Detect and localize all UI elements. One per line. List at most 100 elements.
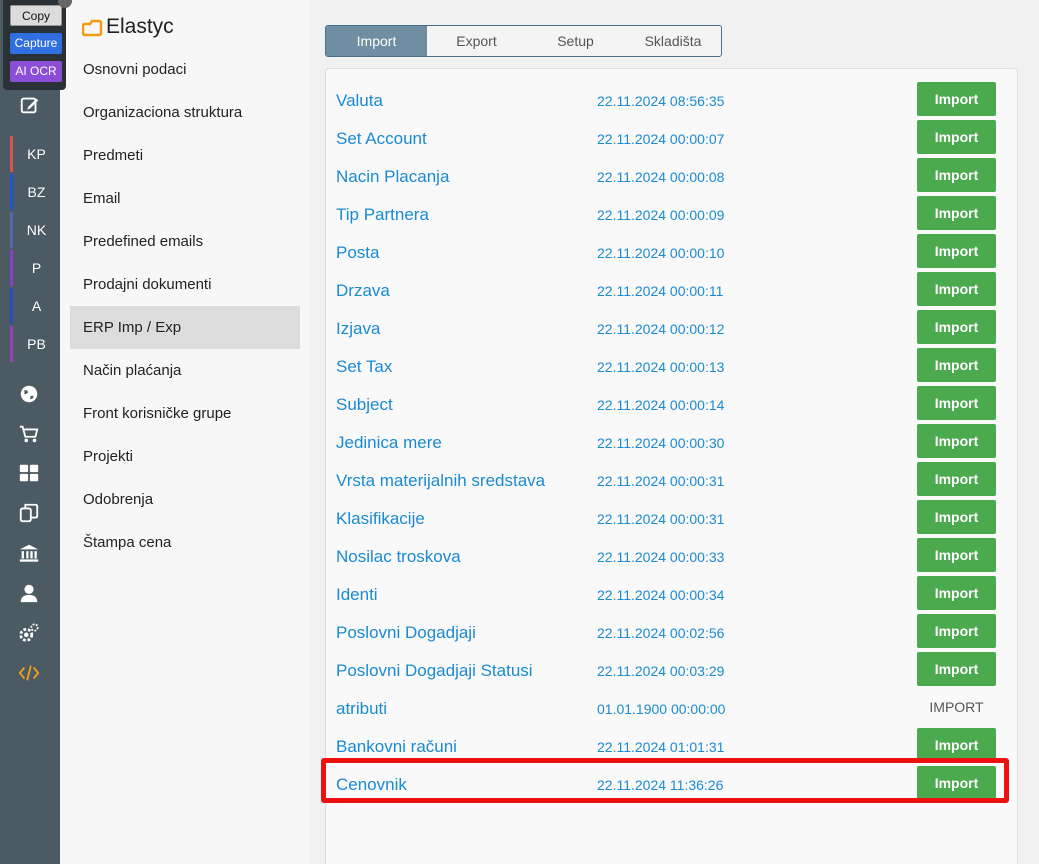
row-date: 22.11.2024 00:00:12 [597,321,725,337]
row-name-link[interactable]: Vrsta materijalnih sredstava [336,471,545,491]
import-button[interactable]: Import [917,424,996,458]
import-button[interactable]: Import [917,538,996,572]
import-row: Poslovni Dogadjaji 22.11.2024 00:02:56 Imp… [326,614,1017,652]
menu-item[interactable]: Predefined emails [70,220,300,263]
rail-item-p[interactable]: P [10,250,60,286]
row-date: 22.11.2024 00:00:14 [597,397,725,413]
tab-import[interactable]: Import [326,26,427,56]
code-icon[interactable] [18,662,40,684]
menu-item[interactable]: Predmeti [70,134,300,177]
row-name-link[interactable]: Posta [336,243,379,263]
capture-button[interactable]: Capture [10,33,62,54]
row-date: 22.11.2024 00:00:07 [597,131,725,147]
tab-bar: Import Export Setup Skladišta [325,25,722,57]
import-button[interactable]: Import [917,652,996,686]
tab-export[interactable]: Export [427,26,526,56]
rail-item-bz[interactable]: BZ [10,174,60,210]
row-date: 22.11.2024 00:03:29 [597,663,725,679]
row-date: 22.11.2024 00:00:13 [597,359,725,375]
row-date: 22.11.2024 00:00:33 [597,549,725,565]
rail-item-kp[interactable]: KP [10,136,60,172]
import-row: Vrsta materijalnih sredstava 22.11.2024 0… [326,462,1017,500]
import-button[interactable]: Import [917,766,996,800]
row-date: 22.11.2024 00:00:30 [597,435,725,451]
row-date: 22.11.2024 00:00:09 [597,207,725,223]
settings-icon[interactable] [18,622,40,644]
dashboard-icon[interactable] [18,462,40,484]
menu-item[interactable]: Front korisničke grupe [70,392,300,435]
documents-icon[interactable] [18,502,40,524]
row-name-link[interactable]: Klasifikacije [336,509,425,529]
edit-icon[interactable] [19,94,41,116]
row-date: 22.11.2024 00:00:31 [597,511,725,527]
ai-ocr-button[interactable]: AI OCR [10,61,62,82]
row-name-link[interactable]: Tip Partnera [336,205,429,225]
row-name-link[interactable]: Identi [336,585,378,605]
import-button[interactable]: Import [917,120,996,154]
row-name-link[interactable]: Cenovnik [336,775,407,795]
row-name-link[interactable]: Bankovni računi [336,737,457,757]
menu-item[interactable]: Odobrenja [70,478,300,521]
import-button[interactable]: Import [917,272,996,306]
import-row: Bankovni računi 22.11.2024 01:01:31 Import [326,728,1017,766]
tab-skladista[interactable]: Skladišta [625,26,721,56]
row-name-link[interactable]: Set Tax [336,357,392,377]
import-row: Nacin Placanja 22.11.2024 00:00:08 Import [326,158,1017,196]
import-row: Izjava 22.11.2024 00:00:12 Import [326,310,1017,348]
import-list-panel: Valuta 22.11.2024 08:56:35 Import Set Accou… [325,68,1018,864]
import-button[interactable]: Import [917,576,996,610]
import-button[interactable]: Import [917,310,996,344]
row-name-link[interactable]: Subject [336,395,393,415]
tab-setup[interactable]: Setup [526,26,625,56]
row-name-link[interactable]: Poslovni Dogadjaji [336,623,476,643]
import-button[interactable]: Import [917,196,996,230]
menu-item[interactable]: Štampa cena [70,521,300,564]
import-button[interactable]: Import [917,614,996,648]
import-button[interactable]: Import [917,500,996,534]
row-name-link[interactable]: Set Account [336,129,427,149]
left-rail: KP BZ NK P A PB [0,0,60,864]
menu-item[interactable]: Prodajni dokumenti [70,263,300,306]
bank-icon[interactable] [18,542,40,564]
import-button[interactable]: Import [917,462,996,496]
user-icon[interactable] [18,582,40,604]
brand[interactable]: Elastyc [82,14,174,40]
rail-item-a[interactable]: A [10,288,60,324]
row-name-link[interactable]: atributi [336,699,387,719]
import-row: Poslovni Dogadjaji Statusi 22.11.2024 00:… [326,652,1017,690]
row-name-link[interactable]: Valuta [336,91,383,111]
menu-item[interactable]: Email [70,177,300,220]
side-menu: Elastyc Osnovni podaci Organizaciona stru… [60,0,310,864]
row-name-link[interactable]: Jedinica mere [336,433,442,453]
row-name-link[interactable]: Nosilac troskova [336,547,461,567]
import-row: Identi 22.11.2024 00:00:34 Import [326,576,1017,614]
import-button[interactable]: Import [917,386,996,420]
menu-item[interactable]: ERP Imp / Exp [70,306,300,349]
row-name-link[interactable]: Poslovni Dogadjaji Statusi [336,661,533,681]
import-row: Jedinica mere 22.11.2024 00:00:30 Import [326,424,1017,462]
import-row: Klasifikacije 22.11.2024 00:00:31 Import [326,500,1017,538]
menu-item[interactable]: Organizaciona struktura [70,91,300,134]
import-button[interactable]: Import [917,348,996,382]
import-button[interactable]: Import [917,728,996,762]
cart-icon[interactable] [18,423,40,445]
menu-item[interactable]: Osnovni podaci [70,48,300,91]
globe-icon[interactable] [18,383,40,405]
rail-item-pb[interactable]: PB [10,326,60,362]
menu-item[interactable]: Projekti [70,435,300,478]
rail-item-nk[interactable]: NK [10,212,60,248]
import-row: atributi 01.01.1900 00:00:00 IMPORT [326,690,1017,728]
import-button[interactable]: IMPORT [917,690,996,724]
row-date: 22.11.2024 00:00:34 [597,587,725,603]
row-name-link[interactable]: Izjava [336,319,380,339]
import-row: Valuta 22.11.2024 08:56:35 Import [326,82,1017,120]
import-row: Set Account 22.11.2024 00:00:07 Import [326,120,1017,158]
row-name-link[interactable]: Nacin Placanja [336,167,449,187]
menu-item[interactable]: Način plaćanja [70,349,300,392]
import-button[interactable]: Import [917,82,996,116]
import-button[interactable]: Import [917,234,996,268]
import-row: Nosilac troskova 22.11.2024 00:00:33 Impor… [326,538,1017,576]
copy-button[interactable]: Copy [10,5,62,26]
row-name-link[interactable]: Drzava [336,281,390,301]
import-button[interactable]: Import [917,158,996,192]
